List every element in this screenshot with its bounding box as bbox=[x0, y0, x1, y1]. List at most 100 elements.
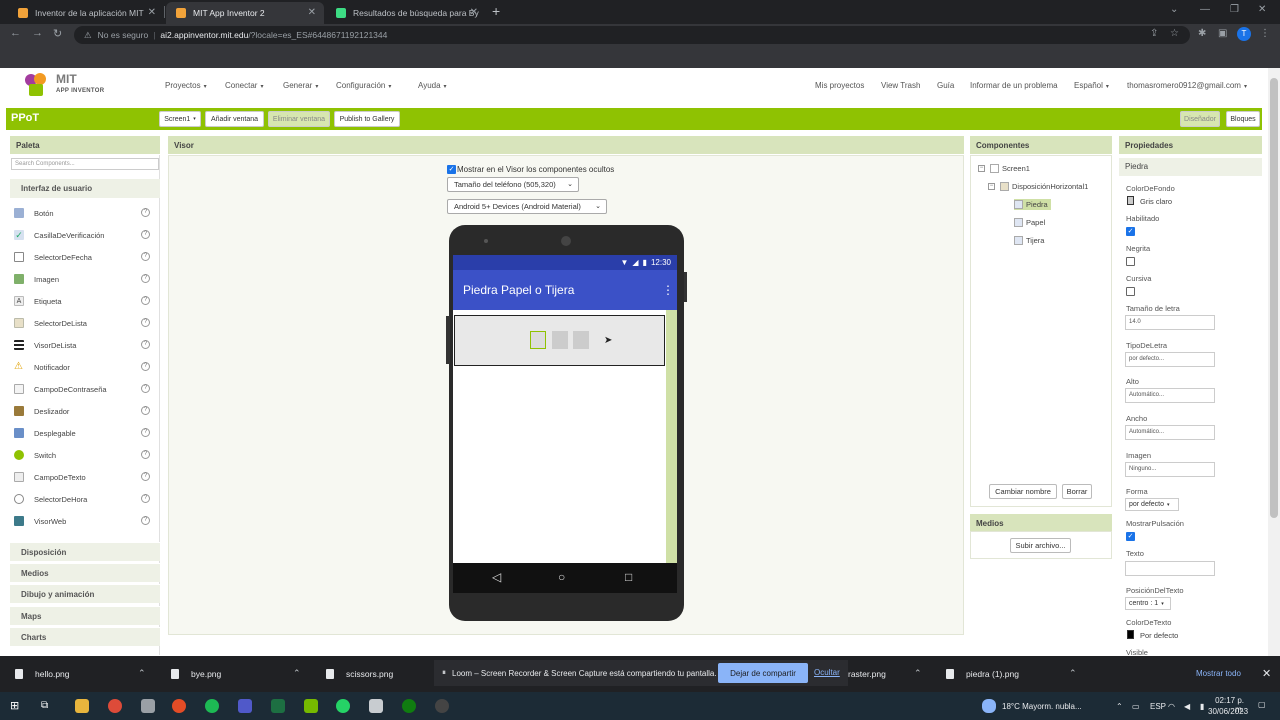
palette-item-listview[interactable]: VisorDeLista? bbox=[14, 338, 154, 352]
palette-item-listpicker[interactable]: SelectorDeLista? bbox=[14, 316, 154, 330]
download-item[interactable]: piedra (1).png bbox=[946, 669, 1019, 679]
chevron-up-icon[interactable]: ⌃ bbox=[293, 668, 301, 679]
textcolor-swatch[interactable] bbox=[1127, 630, 1134, 639]
help-icon[interactable]: ? bbox=[141, 516, 150, 525]
help-icon[interactable]: ? bbox=[141, 296, 150, 305]
download-item[interactable]: scissors.png bbox=[326, 669, 393, 679]
menu-help[interactable]: Ayuda ▾ bbox=[418, 81, 447, 90]
blocks-button[interactable]: Bloques bbox=[1226, 111, 1260, 127]
palette-search-input[interactable]: Search Components... bbox=[11, 158, 159, 170]
menu-projects[interactable]: Proyectos ▾ bbox=[165, 81, 207, 90]
guide-link[interactable]: Guía bbox=[937, 81, 954, 90]
palette-item-slider[interactable]: Deslizador? bbox=[14, 404, 154, 418]
xbox-icon[interactable] bbox=[402, 699, 416, 713]
help-icon[interactable]: ? bbox=[141, 340, 150, 349]
category-layout[interactable]: Disposición bbox=[10, 542, 160, 561]
wifi-tray-icon[interactable]: ◠ bbox=[1168, 702, 1175, 711]
back-icon[interactable]: ← bbox=[10, 27, 21, 39]
tab-app-inventor-2[interactable]: MIT App Inventor 2 ✕ bbox=[166, 2, 324, 24]
category-drawing[interactable]: Dibujo y animación bbox=[10, 584, 160, 603]
tree-node-piedra[interactable]: Piedra bbox=[1014, 199, 1051, 210]
publish-gallery-button[interactable]: Publish to Gallery bbox=[334, 111, 400, 127]
screen-scrollbar[interactable] bbox=[666, 310, 677, 563]
close-window-icon[interactable]: ✕ bbox=[1258, 4, 1266, 15]
category-media[interactable]: Medios bbox=[10, 563, 160, 582]
palette-item-spinner[interactable]: Desplegable? bbox=[14, 426, 154, 440]
palette-item-checkbox[interactable]: ✓ CasillaDeVerificación? bbox=[14, 228, 154, 242]
file-explorer-icon[interactable] bbox=[75, 699, 89, 713]
screen-select-button[interactable]: Screen1 ▾ bbox=[159, 111, 201, 127]
network-icon[interactable]: ▭ bbox=[1132, 702, 1140, 711]
menu-connect[interactable]: Conectar ▾ bbox=[225, 81, 263, 90]
close-tab-icon[interactable]: ✕ bbox=[308, 7, 316, 18]
close-download-bar-icon[interactable]: ✕ bbox=[1262, 667, 1271, 680]
feedback-checkbox[interactable]: ✓ bbox=[1126, 532, 1135, 541]
fonttype-input[interactable]: por defecto... bbox=[1125, 352, 1215, 367]
palette-item-switch[interactable]: Switch? bbox=[14, 448, 154, 462]
shape-select[interactable]: por defecto ▾ bbox=[1125, 498, 1179, 511]
button-papel[interactable] bbox=[552, 331, 568, 349]
weather-icon[interactable] bbox=[982, 699, 996, 713]
chevron-down-icon[interactable]: ⌄ bbox=[1170, 4, 1178, 15]
tab-search-results[interactable]: Resultados de búsqueda para By ✕ bbox=[326, 2, 486, 24]
lang-indicator[interactable]: ESP bbox=[1150, 702, 1166, 711]
show-hidden-checkbox[interactable]: ✓ bbox=[447, 165, 456, 174]
restore-icon[interactable]: ❐ bbox=[1230, 4, 1239, 15]
category-user-interface[interactable]: Interfaz de usuario bbox=[10, 179, 160, 198]
minimize-icon[interactable]: — bbox=[1200, 4, 1210, 15]
palette-item-image[interactable]: Imagen? bbox=[14, 272, 154, 286]
excel-icon[interactable] bbox=[271, 699, 285, 713]
category-maps[interactable]: Maps bbox=[10, 606, 160, 625]
bgcolor-value[interactable]: Gris claro bbox=[1140, 197, 1172, 206]
palette-item-textbox[interactable]: CampoDeTexto? bbox=[14, 470, 154, 484]
page-scrollbar-thumb[interactable] bbox=[1270, 78, 1278, 518]
help-icon[interactable]: ? bbox=[141, 472, 150, 481]
help-icon[interactable]: ? bbox=[141, 384, 150, 393]
textcolor-value[interactable]: Por defecto bbox=[1140, 631, 1178, 640]
help-icon[interactable]: ? bbox=[141, 274, 150, 283]
italic-checkbox[interactable] bbox=[1126, 287, 1135, 296]
add-screen-button[interactable]: Añadir ventana bbox=[205, 111, 264, 127]
hide-link[interactable]: Ocultar bbox=[814, 668, 840, 677]
volume-icon[interactable]: ◀ bbox=[1184, 702, 1190, 711]
address-bar[interactable]: ⚠ No es seguro | ai2.appinventor.mit.edu… bbox=[74, 26, 1190, 44]
image-input[interactable]: Ninguno... bbox=[1125, 462, 1215, 477]
profile-avatar[interactable]: T bbox=[1237, 27, 1251, 41]
windows-start-icon[interactable]: ⊞ bbox=[10, 699, 24, 713]
designer-button[interactable]: Diseñador bbox=[1180, 111, 1220, 127]
side-panel-icon[interactable]: ▣ bbox=[1218, 28, 1227, 39]
collapse-icon[interactable]: − bbox=[988, 183, 995, 190]
width-input[interactable]: Automático... bbox=[1125, 425, 1215, 440]
bgcolor-swatch[interactable] bbox=[1127, 196, 1134, 205]
help-icon[interactable]: ? bbox=[141, 450, 150, 459]
menu-settings[interactable]: Configuración ▾ bbox=[336, 81, 391, 90]
language-menu[interactable]: Español ▾ bbox=[1074, 81, 1109, 90]
textalign-select[interactable]: centro : 1 ▾ bbox=[1125, 597, 1171, 610]
remove-screen-button[interactable]: Eliminar ventana bbox=[268, 111, 330, 127]
category-charts[interactable]: Charts bbox=[10, 627, 160, 646]
show-all-downloads-link[interactable]: Mostrar todo bbox=[1196, 669, 1241, 678]
device-theme-select[interactable]: Android 5+ Devices (Android Material) ⌄ bbox=[447, 199, 607, 214]
tray-chevron-icon[interactable]: ⌃ bbox=[1116, 702, 1123, 711]
help-icon[interactable]: ? bbox=[141, 208, 150, 217]
help-icon[interactable]: ? bbox=[141, 362, 150, 371]
palette-item-button[interactable]: Botón? bbox=[14, 206, 154, 220]
close-tab-icon[interactable]: ✕ bbox=[148, 7, 156, 18]
app-icon[interactable] bbox=[369, 699, 383, 713]
tree-node-papel[interactable]: Papel bbox=[1014, 218, 1045, 227]
chevron-up-icon[interactable]: ⌃ bbox=[1069, 668, 1077, 679]
weather-text[interactable]: 18°C Mayorm. nubla... bbox=[1002, 702, 1082, 711]
app-icon[interactable] bbox=[172, 699, 186, 713]
new-tab-icon[interactable]: + bbox=[492, 3, 500, 19]
app-icon[interactable] bbox=[435, 699, 449, 713]
reload-icon[interactable]: ↻ bbox=[53, 27, 62, 40]
bookmark-star-icon[interactable]: ☆ bbox=[1170, 28, 1179, 39]
clock-date[interactable]: 30/06/2023 bbox=[1208, 707, 1248, 716]
download-item[interactable]: hello.png bbox=[15, 669, 70, 679]
palette-item-timepicker[interactable]: SelectorDeHora? bbox=[14, 492, 154, 506]
nvidia-icon[interactable] bbox=[304, 699, 318, 713]
help-icon[interactable]: ? bbox=[141, 252, 150, 261]
chevron-up-icon[interactable]: ⌃ bbox=[138, 668, 146, 679]
help-icon[interactable]: ? bbox=[141, 230, 150, 239]
help-icon[interactable]: ? bbox=[141, 494, 150, 503]
